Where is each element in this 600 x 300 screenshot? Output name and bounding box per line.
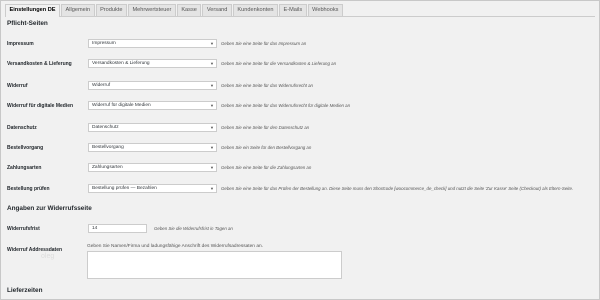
setting-label: Impressum <box>7 41 34 47</box>
setting-description: Geben Sie ein Seite für den Bestellvorga… <box>221 145 312 150</box>
page-select-versandkosten[interactable]: Versandkosten & Lieferung ▼ <box>88 59 217 68</box>
page-select-bestellvorgang[interactable]: Bestellvorgang ▼ <box>88 143 217 152</box>
page-select-zahlungsarten[interactable]: Zahlungsarten ▼ <box>88 163 217 172</box>
tab-webhooks[interactable]: Webhooks <box>307 4 343 16</box>
adressdaten-textarea[interactable] <box>87 251 342 279</box>
select-value: Versandkosten & Lieferung <box>92 61 150 66</box>
section-heading-pflicht-seiten: Pflicht-Seiten <box>7 20 48 27</box>
setting-row-bestellvorgang: Bestellvorgang Bestellvorgang ▼ Geben Sie… <box>7 143 597 155</box>
setting-row-widerruf-digital: Widerruf für digitale Medien Widerruf fü… <box>7 101 597 113</box>
setting-label: Widerruf für digitale Medien <box>7 103 74 109</box>
setting-description: Geben Sie die Widerrufsfrist in Tagen an <box>154 226 233 231</box>
dropdown-caret-icon: ▼ <box>210 125 214 130</box>
tab-einstellungen-de[interactable]: Einstellungen DE <box>5 4 60 17</box>
page-select-bestellung-pruefen[interactable]: Bestellung prüfen — Bezahlen ▼ <box>88 184 217 193</box>
select-value: Widerruf <box>92 83 111 88</box>
settings-frame: Einstellungen DE Allgemein Produkte Mehr… <box>0 0 600 300</box>
setting-row-widerrufsfrist: Widerrufsfrist 14 Geben Sie die Widerruf… <box>7 224 597 236</box>
setting-description: Geben Sie eine Seite für die Zahlungsart… <box>221 165 312 170</box>
page-select-widerruf-digital[interactable]: Widerruf für digitale Medien ▼ <box>88 101 217 110</box>
page-select-datenschutz[interactable]: Datenschutz ▼ <box>88 123 217 132</box>
adressdaten-description: Geben Sie Namen/Firma und ladungsfähige … <box>87 244 263 249</box>
section-heading-lieferzeiten: Lieferzeiten <box>7 287 43 294</box>
page-select-impressum[interactable]: Impressum ▼ <box>88 39 217 48</box>
select-value: Bestellung prüfen — Bezahlen <box>92 186 157 191</box>
setting-description: Geben Sie eine Seite für das Widerrufsre… <box>221 83 313 88</box>
setting-label: Zahlungsarten <box>7 165 42 171</box>
setting-description: Geben Sie eine Seite für das Widerrufsre… <box>221 103 351 108</box>
select-value: Bestellvorgang <box>92 145 124 150</box>
setting-row-impressum: Impressum Impressum ▼ Geben Sie eine Seit… <box>7 39 597 51</box>
setting-label: Widerruf <box>7 83 28 89</box>
dropdown-caret-icon: ▼ <box>210 83 214 88</box>
tab-produkte[interactable]: Produkte <box>95 4 127 16</box>
select-value: Impressum <box>92 41 116 46</box>
setting-row-bestellung-pruefen: Bestellung prüfen Bestellung prüfen — Be… <box>7 184 597 196</box>
setting-label: Bestellung prüfen <box>7 186 50 192</box>
setting-description: Geben Sie eine Seite für den Datenschutz… <box>221 125 310 130</box>
page-select-widerruf[interactable]: Widerruf ▼ <box>88 81 217 90</box>
setting-row-datenschutz: Datenschutz Datenschutz ▼ Geben Sie eine … <box>7 123 597 135</box>
setting-row-versandkosten: Versandkosten & Lieferung Versandkosten … <box>7 59 597 71</box>
dropdown-caret-icon: ▼ <box>210 145 214 150</box>
tab-allgemein[interactable]: Allgemein <box>61 4 95 16</box>
tab-kundenkonten[interactable]: Kundenkonten <box>232 4 278 16</box>
setting-description: Geben Sie eine Seite für das Prüfen der … <box>221 186 574 191</box>
select-value: Zahlungsarten <box>92 165 123 170</box>
dropdown-caret-icon: ▼ <box>210 103 214 108</box>
tab-versand[interactable]: Versand <box>202 4 232 16</box>
tab-e-mails[interactable]: E-Mails <box>279 4 307 16</box>
section-heading-widerrufsseite: Angaben zur Widerrufsseite <box>7 205 92 212</box>
setting-label: Bestellvorgang <box>7 145 44 151</box>
dropdown-caret-icon: ▼ <box>210 165 214 170</box>
setting-description: Geben Sie eine Seite für die Versandkost… <box>221 61 337 66</box>
settings-tabs: Einstellungen DE Allgemein Produkte Mehr… <box>5 3 595 17</box>
ghost-text: oleg <box>41 253 55 260</box>
tab-kasse[interactable]: Kasse <box>176 4 202 16</box>
setting-description: Geben Sie eine Seite für das Impressum a… <box>221 41 307 46</box>
setting-label: Versandkosten & Lieferung <box>7 61 72 67</box>
adressdaten-field: Geben Sie Namen/Firma und ladungsfähige … <box>87 244 342 279</box>
dropdown-caret-icon: ▼ <box>210 61 214 66</box>
tab-mehrwertsteuer[interactable]: Mehrwertsteuer <box>127 4 176 16</box>
dropdown-caret-icon: ▼ <box>210 41 214 46</box>
setting-row-widerruf: Widerruf Widerruf ▼ Geben Sie eine Seite … <box>7 81 597 93</box>
widerrufsfrist-input[interactable]: 14 <box>88 224 147 233</box>
dropdown-caret-icon: ▼ <box>210 186 214 191</box>
select-value: Datenschutz <box>92 125 119 130</box>
setting-row-zahlungsarten: Zahlungsarten Zahlungsarten ▼ Geben Sie e… <box>7 163 597 175</box>
select-value: Widerruf für digitale Medien <box>92 103 151 108</box>
setting-label: Datenschutz <box>7 125 37 131</box>
setting-label: Widerrufsfrist <box>7 226 40 232</box>
